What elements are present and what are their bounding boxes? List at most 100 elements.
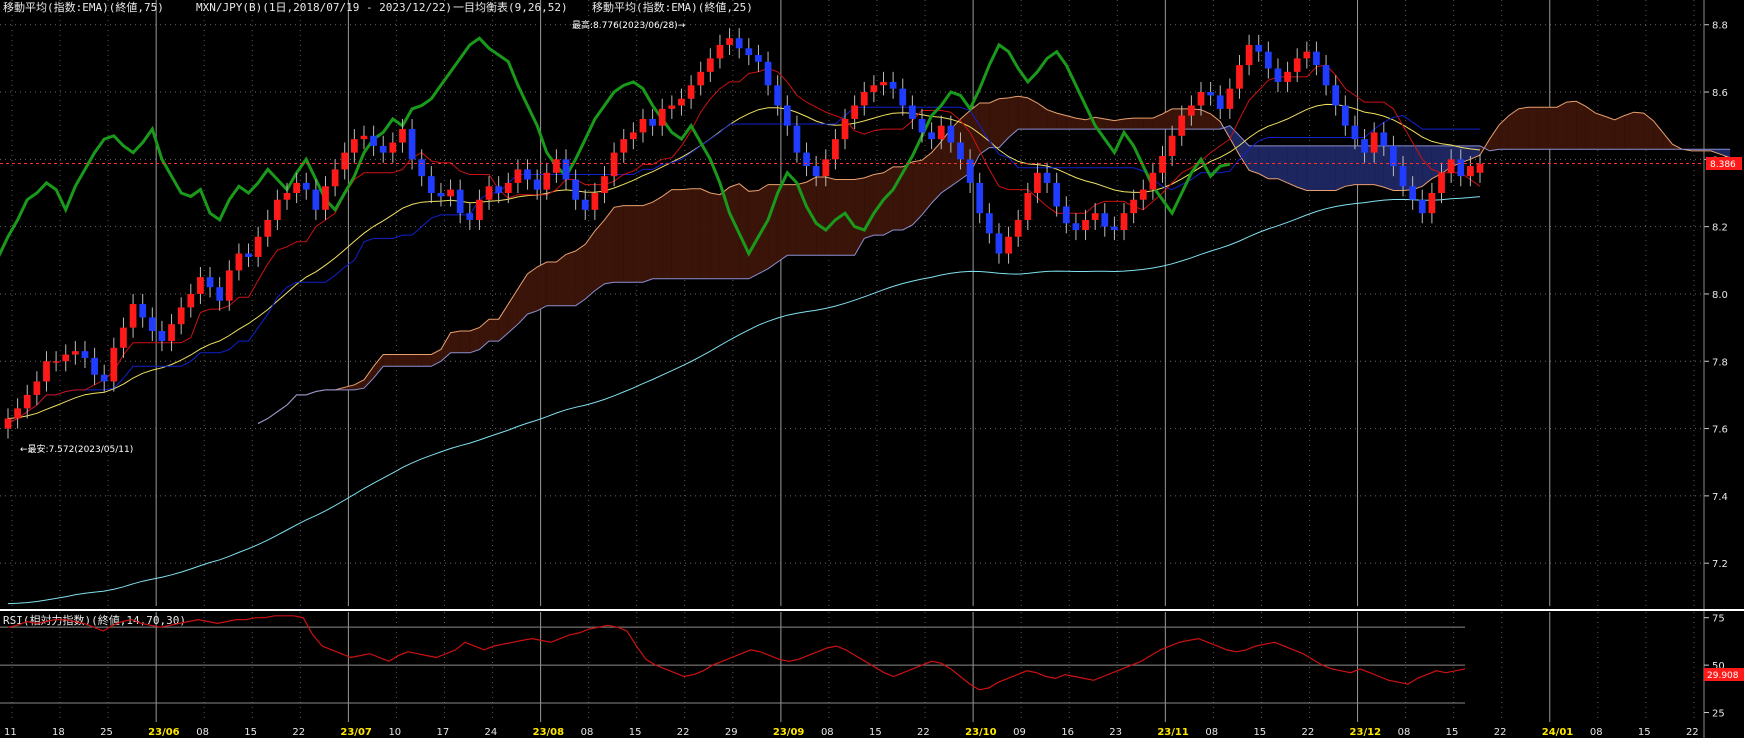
candle-up <box>620 139 628 153</box>
cloud-segment <box>402 354 413 367</box>
candle-up <box>1303 51 1311 59</box>
x-tick-label: 15 <box>869 727 882 738</box>
cloud-segment <box>556 254 567 306</box>
candle-down <box>764 61 772 86</box>
candle-up <box>360 135 368 140</box>
cloud-segment <box>1018 96 1028 130</box>
candle-up <box>23 394 31 409</box>
cloud-segment <box>1297 145 1307 191</box>
candle-up <box>1476 164 1484 173</box>
x-tick-label: 23/11 <box>1157 727 1189 738</box>
x-tick-label: 23/06 <box>148 727 180 738</box>
cloud-segment <box>1576 101 1586 150</box>
candle-down <box>774 85 782 106</box>
chart-canvas: 移動平均(指数:EMA)(終値,75) MXN/JPY(B)(1日,2018/0… <box>0 0 1744 738</box>
cloud-segment <box>1633 112 1644 150</box>
cloud-segment <box>1566 101 1577 150</box>
candle-down <box>966 159 974 183</box>
x-tick-label: 11 <box>4 727 17 738</box>
candle-down <box>1313 51 1320 66</box>
candle-down <box>1216 95 1224 109</box>
candle-up <box>851 105 859 119</box>
candle-up <box>447 189 454 197</box>
high-annotation: 最高:8.776(2023/06/28)→ <box>572 19 686 31</box>
cloud-segment <box>1287 145 1298 188</box>
candle-up <box>1130 199 1138 214</box>
candle-up <box>350 139 358 153</box>
candle-up <box>1438 172 1445 193</box>
cloud-segment <box>1412 145 1423 190</box>
candle-down <box>649 118 656 126</box>
cloud-segment <box>1143 118 1153 130</box>
candle-up <box>235 253 243 271</box>
candle-down <box>312 189 320 210</box>
candle-down <box>995 233 1003 254</box>
x-tick-label: 23 <box>1109 727 1122 738</box>
candle-down <box>928 132 935 140</box>
x-tick-label: 25 <box>100 727 113 738</box>
cloud-segment <box>1595 113 1606 150</box>
candle-down <box>812 166 820 177</box>
cloud-segment <box>527 267 538 315</box>
candle-up <box>716 44 724 59</box>
cloud-segment <box>748 190 759 279</box>
candle-down <box>408 129 416 160</box>
cloud-segment <box>825 177 836 256</box>
candle-up <box>283 192 291 200</box>
candle-up <box>1236 65 1243 89</box>
candle-up <box>1178 115 1186 136</box>
candle-up <box>33 381 41 395</box>
candle-up <box>601 176 608 193</box>
x-tick-label: 23/09 <box>773 727 805 738</box>
candle-down <box>1332 85 1340 106</box>
x-tick-label: 08 <box>1590 727 1603 738</box>
cloud-segment <box>1326 145 1336 191</box>
candle-down <box>1351 125 1359 140</box>
cloud-segment <box>1133 118 1144 130</box>
candle-down <box>1101 213 1109 227</box>
rsi-last-label: 29.908 <box>1707 671 1739 681</box>
candle-down <box>947 125 955 143</box>
candle-down <box>899 88 907 106</box>
candle-down <box>1053 182 1061 207</box>
candle-up <box>1120 213 1128 231</box>
cloud-segment <box>1124 118 1134 130</box>
cloud-segment <box>710 192 720 279</box>
x-tick-label: 22 <box>1686 727 1699 738</box>
x-tick-label: 17 <box>437 727 450 738</box>
candle-up <box>553 159 560 173</box>
cloud-segment <box>816 177 826 256</box>
candle-down <box>524 169 531 180</box>
candle-down <box>1457 159 1465 177</box>
candle-up <box>476 199 483 220</box>
candle-down <box>302 182 310 190</box>
candle-up <box>264 219 272 237</box>
y-tick-label: 8.8 <box>1712 21 1728 32</box>
candle-up <box>62 354 70 362</box>
candle-down <box>793 125 801 153</box>
candle-up <box>14 408 21 419</box>
candle-down <box>437 192 445 197</box>
cloud-segment <box>1249 145 1259 174</box>
x-tick-label: 16 <box>1061 727 1074 738</box>
cloud-segment <box>787 184 797 256</box>
cloud-segment <box>1547 107 1557 150</box>
candle-up <box>225 270 233 301</box>
x-tick-label: 22 <box>1494 727 1507 738</box>
candle-down <box>245 253 252 257</box>
candle-down <box>1255 44 1263 52</box>
x-tick-label: 23/07 <box>340 727 372 738</box>
candle-up <box>1082 219 1089 231</box>
candle-up <box>629 132 637 140</box>
candle-down <box>466 213 474 220</box>
rsi-panel: RSI(相対力指数)(終値,14,70,30) 755025 29.908 <box>0 612 1744 722</box>
x-tick-label: 15 <box>244 727 257 738</box>
candle-up <box>1034 172 1041 193</box>
candle-up <box>1447 159 1455 173</box>
price-panel <box>0 0 1731 610</box>
candle-down <box>1380 132 1388 146</box>
candle-down <box>985 213 993 234</box>
x-tick-label: 15 <box>1638 727 1651 738</box>
candle-down <box>495 186 503 193</box>
candle-up <box>399 129 406 143</box>
